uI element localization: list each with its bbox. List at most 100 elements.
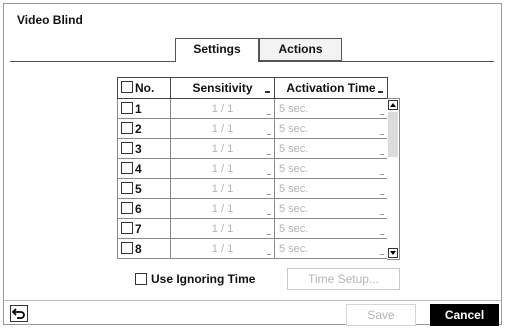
scroll-up-arrow-icon[interactable] [388, 100, 398, 110]
row-no-cell[interactable]: 8 [117, 238, 171, 259]
row-checkbox[interactable] [121, 181, 133, 194]
row-checkbox[interactable] [121, 141, 133, 154]
sensitivity-dropdown-icon[interactable] [267, 134, 271, 135]
header-sensitivity[interactable]: Sensitivity [170, 77, 275, 99]
row-no-cell[interactable]: 1 [117, 98, 171, 119]
activation-time-cell[interactable]: 5 sec. [274, 118, 388, 139]
activation-time-dropdown-icon[interactable] [380, 114, 384, 115]
row-checkbox[interactable] [121, 201, 133, 214]
row-checkbox[interactable] [121, 221, 133, 234]
activation-time-dropdown-icon[interactable] [380, 174, 384, 175]
scrollbar-thumb[interactable] [388, 112, 398, 157]
sensitivity-value: 1 / 1 [211, 182, 234, 195]
row-number: 4 [135, 161, 142, 176]
row-number: 8 [135, 241, 142, 256]
table-scrollbar[interactable] [387, 98, 400, 260]
table-header-row: No. Sensitivity Activation Time [117, 77, 388, 99]
sensitivity-value: 1 / 1 [211, 122, 234, 135]
sensitivity-value: 1 / 1 [211, 242, 234, 255]
activation-time-cell[interactable]: 5 sec. [274, 198, 388, 219]
sensitivity-cell[interactable]: 1 / 1 [170, 138, 275, 159]
scroll-down-arrow-icon[interactable] [388, 248, 398, 258]
row-number: 3 [135, 141, 142, 156]
activation-time-value: 5 sec. [279, 142, 309, 155]
header-no[interactable]: No. [117, 77, 171, 99]
row-no-cell[interactable]: 3 [117, 138, 171, 159]
sensitivity-dropdown-icon[interactable] [267, 234, 271, 235]
sensitivity-dropdown-icon[interactable] [267, 154, 271, 155]
sensitivity-cell[interactable]: 1 / 1 [170, 118, 275, 139]
activation-time-cell[interactable]: 5 sec. [274, 238, 388, 259]
dialog-title: Video Blind [17, 13, 83, 27]
activation-time-cell[interactable]: 5 sec. [274, 98, 388, 119]
activation-time-cell[interactable]: 5 sec. [274, 158, 388, 179]
table-row[interactable]: 4 1 / 1 5 sec. [117, 158, 388, 179]
row-no-cell[interactable]: 7 [117, 218, 171, 239]
table-row[interactable]: 1 1 / 1 5 sec. [117, 98, 388, 119]
table-row[interactable]: 5 1 / 1 5 sec. [117, 178, 388, 199]
table-row[interactable]: 7 1 / 1 5 sec. [117, 218, 388, 239]
row-checkbox[interactable] [121, 121, 133, 134]
use-ignoring-time-option[interactable]: Use Ignoring Time [135, 268, 255, 290]
table-row[interactable]: 2 1 / 1 5 sec. [117, 118, 388, 139]
table-row[interactable]: 8 1 / 1 5 sec. [117, 238, 388, 259]
sensitivity-dropdown-icon[interactable] [267, 194, 271, 195]
back-arrow-icon [11, 308, 25, 319]
activation-time-value: 5 sec. [279, 122, 309, 135]
sensitivity-cell[interactable]: 1 / 1 [170, 158, 275, 179]
activation-time-dropdown-icon[interactable] [380, 214, 384, 215]
sensitivity-value: 1 / 1 [211, 162, 234, 175]
sensitivity-header-dropdown-icon[interactable] [265, 91, 270, 93]
activation-time-cell[interactable]: 5 sec. [274, 178, 388, 199]
table-row[interactable]: 3 1 / 1 5 sec. [117, 138, 388, 159]
activation-time-dropdown-icon[interactable] [380, 254, 384, 255]
sensitivity-dropdown-icon[interactable] [267, 114, 271, 115]
sensitivity-cell[interactable]: 1 / 1 [170, 238, 275, 259]
time-setup-button[interactable]: Time Setup... [287, 268, 400, 290]
row-checkbox[interactable] [121, 101, 133, 114]
footer-divider [4, 300, 501, 301]
cancel-button[interactable]: Cancel [430, 304, 499, 326]
row-checkbox[interactable] [121, 161, 133, 174]
activation-time-dropdown-icon[interactable] [380, 194, 384, 195]
sensitivity-cell[interactable]: 1 / 1 [170, 218, 275, 239]
row-no-cell[interactable]: 6 [117, 198, 171, 219]
activation-time-cell[interactable]: 5 sec. [274, 138, 388, 159]
tab-actions[interactable]: Actions [259, 38, 342, 61]
row-no-cell[interactable]: 2 [117, 118, 171, 139]
row-no-cell[interactable]: 4 [117, 158, 171, 179]
row-checkbox[interactable] [121, 241, 133, 254]
row-no-cell[interactable]: 5 [117, 178, 171, 199]
activation-time-dropdown-icon[interactable] [380, 154, 384, 155]
activation-time-value: 5 sec. [279, 102, 309, 115]
activation-time-header-dropdown-icon[interactable] [378, 91, 383, 93]
use-ignoring-time-checkbox[interactable] [135, 273, 147, 285]
sensitivity-dropdown-icon[interactable] [267, 174, 271, 175]
activation-time-dropdown-icon[interactable] [380, 234, 384, 235]
activation-time-value: 5 sec. [279, 162, 309, 175]
sensitivity-dropdown-icon[interactable] [267, 254, 271, 255]
activation-time-value: 5 sec. [279, 182, 309, 195]
table-row[interactable]: 6 1 / 1 5 sec. [117, 198, 388, 219]
save-button[interactable]: Save [346, 304, 416, 326]
sensitivity-cell[interactable]: 1 / 1 [170, 198, 275, 219]
sensitivity-value: 1 / 1 [211, 202, 234, 215]
row-number: 5 [135, 181, 142, 196]
header-activation-time[interactable]: Activation Time [274, 77, 388, 99]
activation-time-cell[interactable]: 5 sec. [274, 218, 388, 239]
row-number: 1 [135, 101, 142, 116]
tab-settings[interactable]: Settings [175, 38, 259, 62]
sensitivity-value: 1 / 1 [211, 142, 234, 155]
back-button[interactable] [10, 305, 28, 322]
row-number: 7 [135, 221, 142, 236]
activation-time-value: 5 sec. [279, 222, 309, 235]
sensitivity-cell[interactable]: 1 / 1 [170, 178, 275, 199]
sensitivity-cell[interactable]: 1 / 1 [170, 98, 275, 119]
row-number: 2 [135, 121, 142, 136]
select-all-checkbox[interactable] [121, 81, 133, 93]
sensitivity-dropdown-icon[interactable] [267, 214, 271, 215]
camera-table: No. Sensitivity Activation Time 1 1 / 1 5 … [117, 77, 400, 260]
sensitivity-value: 1 / 1 [211, 102, 234, 115]
activation-time-value: 5 sec. [279, 242, 309, 255]
activation-time-dropdown-icon[interactable] [380, 134, 384, 135]
